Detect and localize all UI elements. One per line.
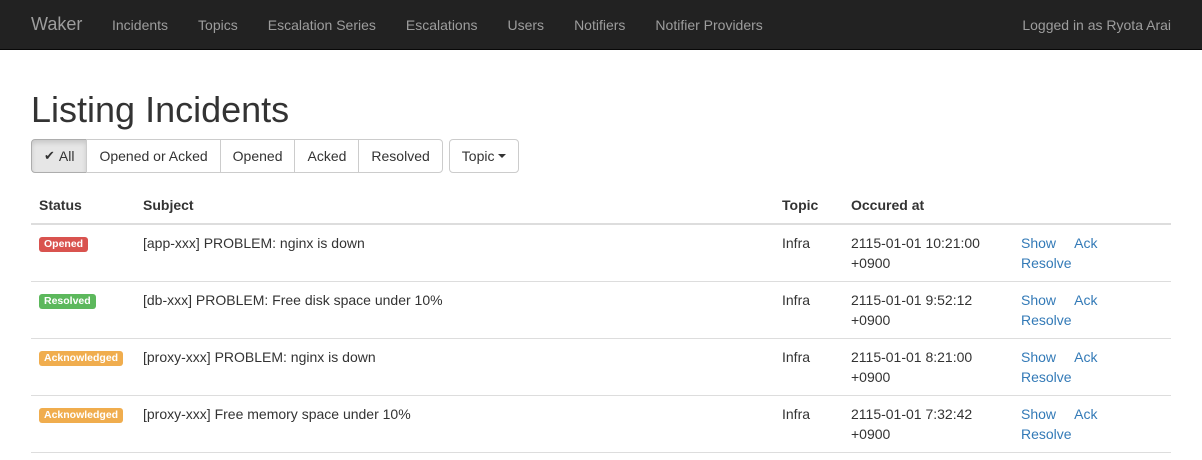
incident-topic: Infra — [774, 223, 843, 282]
incident-subject: [proxy-xxx] Free memory space under 10% — [135, 395, 774, 453]
incident-subject: [db-xxx] PROBLEM: Free disk space under … — [135, 281, 774, 339]
header-actions — [1013, 187, 1171, 225]
show-link[interactable]: Show — [1021, 235, 1056, 251]
caret-down-icon — [498, 154, 507, 158]
incident-date: 2115-01-01 8:21:00 — [851, 349, 973, 365]
logged-in-user: Logged in as Ryota Arai — [1022, 17, 1171, 33]
nav-users[interactable]: Users — [493, 0, 560, 50]
incident-tz: +0900 — [851, 369, 891, 385]
ack-link[interactable]: Ack — [1074, 292, 1097, 308]
ack-link[interactable]: Ack — [1074, 235, 1097, 251]
table-row: Opened [app-xxx] PROBLEM: nginx is down … — [31, 223, 1171, 282]
table-header-row: Status Subject Topic Occured at — [31, 187, 1171, 225]
incident-tz: +0900 — [851, 426, 891, 442]
incident-time: 2115-01-01 8:21:00 +0900 — [843, 338, 1013, 396]
incident-topic: Infra — [774, 338, 843, 396]
status-badge: Resolved — [39, 293, 96, 310]
nav-notifier-providers[interactable]: Notifier Providers — [640, 0, 777, 50]
row-actions: Show Ack Resolve — [1013, 223, 1171, 282]
status-badge: Opened — [39, 236, 89, 253]
page-title: Listing Incidents — [31, 89, 290, 130]
filter-all-button[interactable]: ✔ All — [31, 139, 88, 173]
check-icon: ✔ — [44, 148, 55, 163]
filter-bar: ✔ All Opened or Acked Opened Acked Resol… — [31, 139, 520, 173]
topic-dropdown-button[interactable]: Topic — [448, 139, 520, 173]
incident-time: 2115-01-01 9:52:12 +0900 — [843, 281, 1013, 339]
incident-date: 2115-01-01 7:32:42 — [851, 406, 973, 422]
filter-resolved-button[interactable]: Resolved — [358, 139, 443, 173]
incident-date: 2115-01-01 10:21:00 — [851, 235, 980, 251]
topic-dropdown-label: Topic — [461, 148, 495, 164]
incident-subject: [app-xxx] PROBLEM: nginx is down — [135, 223, 774, 282]
nav-notifiers[interactable]: Notifiers — [559, 0, 640, 50]
header-status: Status — [31, 187, 135, 225]
incident-time: 2115-01-01 7:32:42 +0900 — [843, 395, 1013, 453]
filter-opened-button[interactable]: Opened — [219, 139, 296, 173]
resolve-link[interactable]: Resolve — [1021, 369, 1072, 385]
status-filter-group: ✔ All Opened or Acked Opened Acked Resol… — [31, 139, 443, 173]
nav-escalation-series[interactable]: Escalation Series — [253, 0, 391, 50]
resolve-link[interactable]: Resolve — [1021, 255, 1072, 271]
show-link[interactable]: Show — [1021, 292, 1056, 308]
ack-link[interactable]: Ack — [1074, 349, 1097, 365]
nav-incidents[interactable]: Incidents — [97, 0, 183, 50]
incident-tz: +0900 — [851, 255, 891, 271]
header-topic: Topic — [774, 187, 843, 225]
table-row: Acknowledged [proxy-xxx] Free memory spa… — [31, 395, 1171, 453]
resolve-link[interactable]: Resolve — [1021, 426, 1072, 442]
nav-links: Incidents Topics Escalation Series Escal… — [97, 0, 778, 50]
top-navbar: Waker Incidents Topics Escalation Series… — [0, 0, 1202, 50]
show-link[interactable]: Show — [1021, 349, 1056, 365]
incidents-table: Status Subject Topic Occured at Opened [… — [31, 187, 1171, 453]
row-actions: Show Ack Resolve — [1013, 338, 1171, 396]
filter-all-label: All — [58, 148, 75, 164]
header-subject: Subject — [135, 187, 774, 225]
filter-opened-or-acked-button[interactable]: Opened or Acked — [86, 139, 221, 173]
incident-topic: Infra — [774, 281, 843, 339]
incident-tz: +0900 — [851, 312, 891, 328]
status-badge: Acknowledged — [39, 350, 124, 367]
ack-link[interactable]: Ack — [1074, 406, 1097, 422]
incident-subject: [proxy-xxx] PROBLEM: nginx is down — [135, 338, 774, 396]
incident-topic: Infra — [774, 395, 843, 453]
nav-topics[interactable]: Topics — [183, 0, 253, 50]
header-occured-at: Occured at — [843, 187, 1013, 225]
nav-escalations[interactable]: Escalations — [391, 0, 493, 50]
table-row: Resolved [db-xxx] PROBLEM: Free disk spa… — [31, 281, 1171, 339]
resolve-link[interactable]: Resolve — [1021, 312, 1072, 328]
filter-acked-button[interactable]: Acked — [294, 139, 360, 173]
row-actions: Show Ack Resolve — [1013, 281, 1171, 339]
incident-time: 2115-01-01 10:21:00 +0900 — [843, 223, 1013, 282]
table-row: Acknowledged [proxy-xxx] PROBLEM: nginx … — [31, 338, 1171, 396]
brand-link[interactable]: Waker — [31, 14, 82, 34]
status-badge: Acknowledged — [39, 407, 124, 424]
incident-date: 2115-01-01 9:52:12 — [851, 292, 973, 308]
show-link[interactable]: Show — [1021, 406, 1056, 422]
row-actions: Show Ack Resolve — [1013, 395, 1171, 453]
